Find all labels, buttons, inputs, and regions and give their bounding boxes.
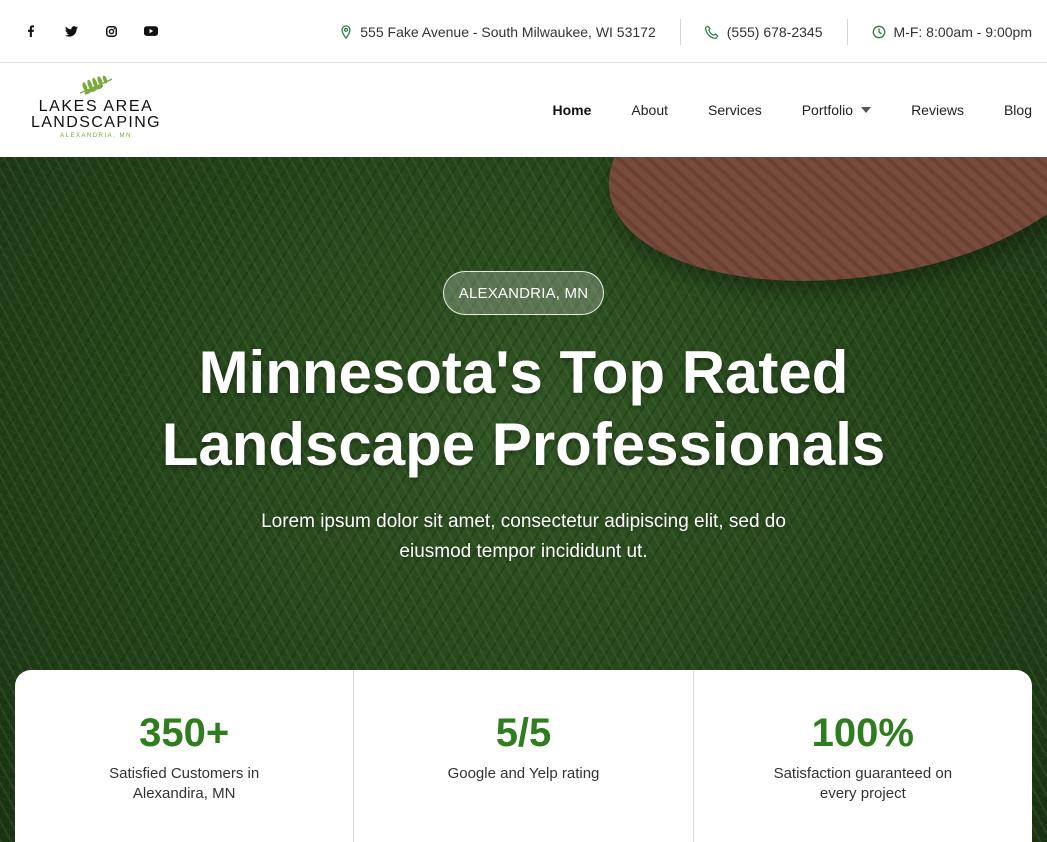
- stat-customers: 350+ Satisfied Customers in Alexandira, …: [15, 670, 353, 842]
- stat-number: 100%: [811, 711, 914, 755]
- logo-line-2: LANDSCAPING: [30, 114, 162, 131]
- hours-text: M-F: 8:00am - 9:00pm: [893, 23, 1033, 40]
- fern-leaf-icon: [79, 75, 113, 95]
- twitter-icon[interactable]: [62, 22, 80, 40]
- address-item[interactable]: 555 Fake Avenue - South Milwaukee, WI 53…: [316, 20, 679, 44]
- phone-icon: [704, 25, 719, 39]
- nav-item-blog[interactable]: Blog: [1004, 102, 1032, 118]
- stat-satisfaction: 100% Satisfaction guaranteed on every pr…: [692, 670, 1032, 842]
- nav-item-label: About: [631, 102, 669, 118]
- clock-icon: [872, 25, 885, 38]
- nav-item-label: Blog: [1003, 102, 1032, 118]
- phone-text: (555) 678-2345: [726, 23, 823, 40]
- stats-panel: 350+ Satisfied Customers in Alexandira, …: [15, 670, 1032, 842]
- headline-line-2: Landscape Professionals: [161, 411, 886, 478]
- social-links: [22, 22, 160, 40]
- chevron-down-icon: [861, 107, 872, 113]
- contact-info: 555 Fake Avenue - South Milwaukee, WI 53…: [316, 0, 1032, 63]
- nav-item-label: Portfolio: [801, 102, 854, 118]
- nav-item-label: Services: [708, 102, 762, 118]
- logo-line-3: ALEXANDRIA, MN: [60, 133, 132, 139]
- stat-label: Google and Yelp rating: [447, 765, 600, 782]
- hero-headline: Minnesota's Top Rated Landscape Professi…: [0, 337, 1047, 481]
- location-pin-icon: [341, 24, 351, 39]
- logo-line-1: LAKES AREA: [38, 98, 154, 115]
- phone-item[interactable]: (555) 678-2345: [681, 20, 847, 44]
- location-badge: ALEXANDRIA, MN: [443, 271, 604, 315]
- nav-menu: Home About Services Portfolio Reviews Bl…: [553, 63, 1032, 157]
- nav-item-home[interactable]: Home: [553, 102, 592, 118]
- main-nav: LAKES AREA LANDSCAPING ALEXANDRIA, MN Ho…: [0, 63, 1047, 157]
- facebook-icon[interactable]: [22, 22, 40, 40]
- hours-item: M-F: 8:00am - 9:00pm: [848, 20, 1033, 44]
- nav-item-about[interactable]: About: [631, 102, 668, 118]
- subtitle-line-1: Lorem ipsum dolor sit amet, consectetur …: [261, 511, 786, 532]
- top-bar: 555 Fake Avenue - South Milwaukee, WI 53…: [0, 0, 1047, 63]
- subtitle-line-2: eiusmod tempor incididunt ut.: [399, 541, 648, 562]
- nav-item-label: Reviews: [911, 102, 964, 118]
- stat-label: Satisfied Customers in Alexandira, MN: [109, 765, 260, 802]
- instagram-icon[interactable]: [102, 22, 120, 40]
- nav-item-portfolio[interactable]: Portfolio: [801, 102, 872, 118]
- hero-section: ALEXANDRIA, MN Minnesota's Top Rated Lan…: [0, 157, 1047, 842]
- stat-label: Satisfaction guaranteed on every project: [773, 765, 953, 802]
- headline-line-1: Minnesota's Top Rated: [198, 339, 849, 406]
- stat-number: 5/5: [495, 711, 552, 755]
- hero-subtitle: Lorem ipsum dolor sit amet, consectetur …: [0, 507, 1047, 567]
- nav-item-reviews[interactable]: Reviews: [911, 102, 964, 118]
- youtube-icon[interactable]: [142, 22, 160, 40]
- nav-item-label: Home: [552, 102, 592, 118]
- stat-number: 350+: [139, 711, 230, 755]
- nav-item-services[interactable]: Services: [708, 102, 762, 118]
- stat-rating: 5/5 Google and Yelp rating: [353, 670, 692, 842]
- site-logo[interactable]: LAKES AREA LANDSCAPING ALEXANDRIA, MN: [30, 75, 162, 147]
- address-text: 555 Fake Avenue - South Milwaukee, WI 53…: [360, 23, 656, 40]
